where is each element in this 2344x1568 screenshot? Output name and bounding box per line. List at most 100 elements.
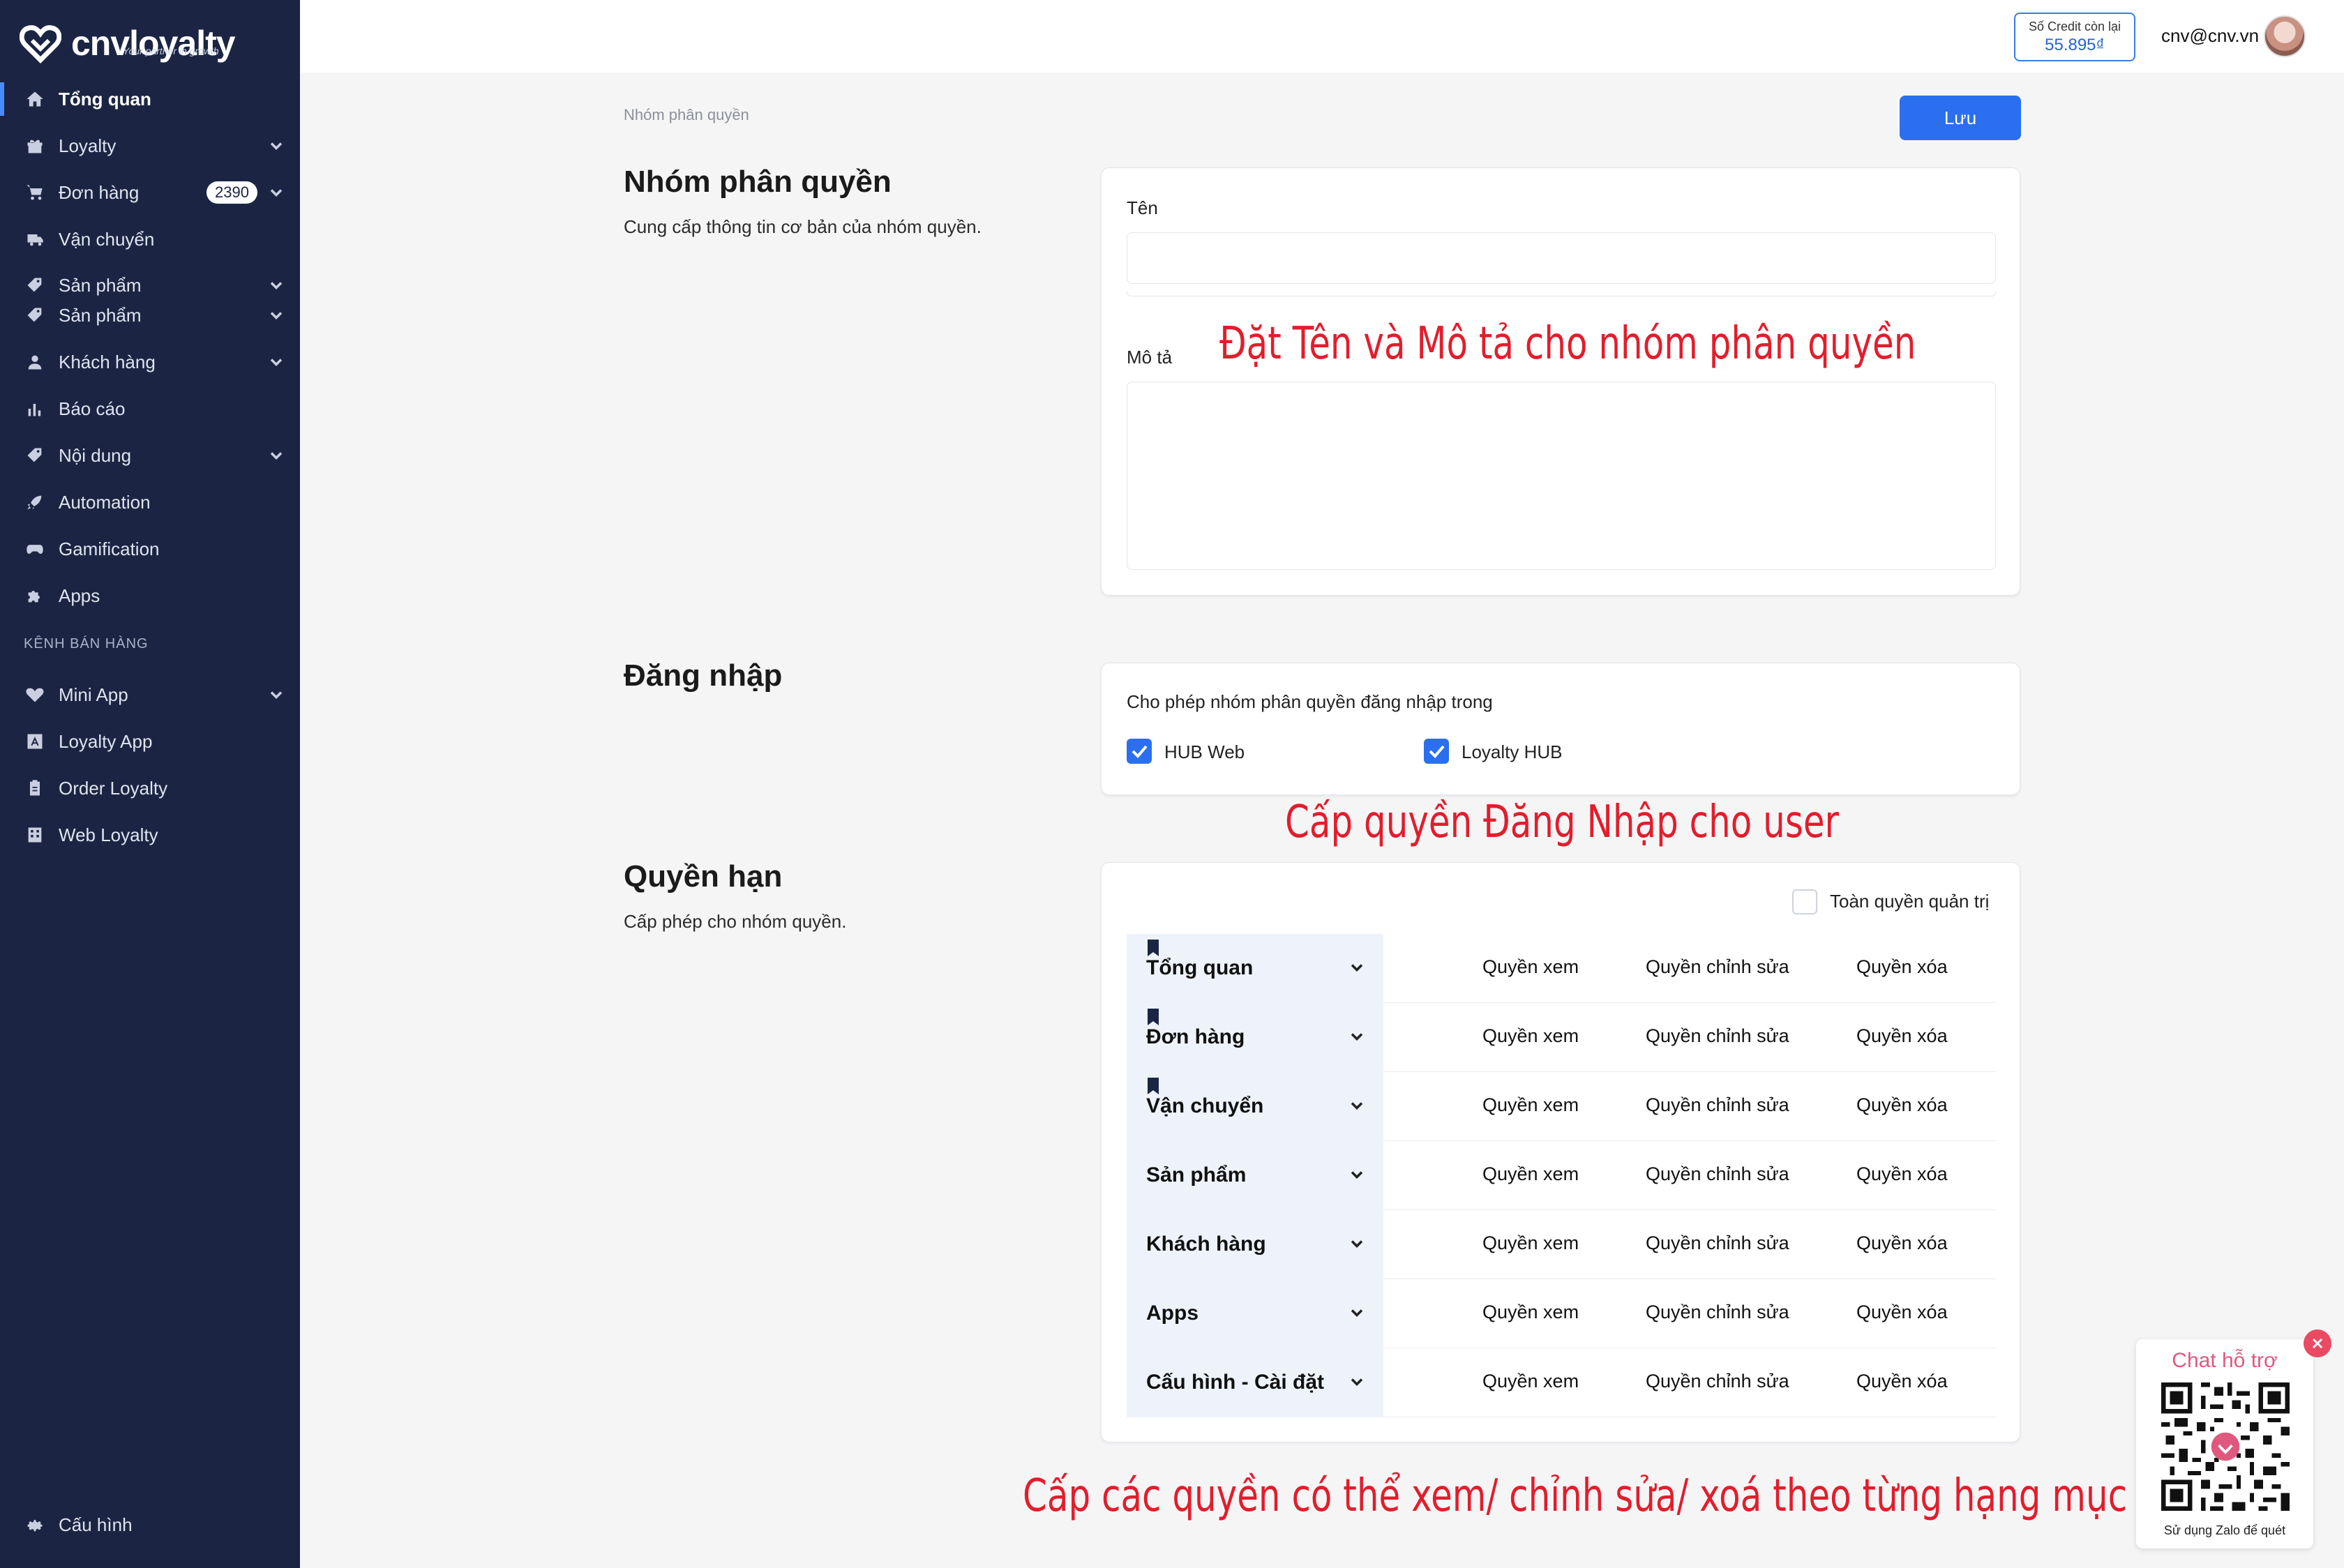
gear-icon xyxy=(24,1514,46,1536)
sidebar-item-van-chuyen[interactable]: Vận chuyển xyxy=(0,220,300,259)
heart-icon xyxy=(24,684,46,706)
sidebar-item-label: Gamification xyxy=(59,538,160,559)
credit-label: Số Credit còn lại xyxy=(2028,20,2121,33)
tag-icon xyxy=(24,274,46,296)
login-card: Cho phép nhóm phân quyền đăng nhập trong… xyxy=(1101,663,2020,795)
chevron-down-icon[interactable] xyxy=(1347,1027,1367,1046)
hub-web-checkbox[interactable] xyxy=(1127,739,1152,764)
name-field[interactable] xyxy=(1127,232,1996,284)
permission-category-name: Cấu hình - Cài đặt xyxy=(1146,1371,1324,1394)
sidebar-item-apps[interactable]: Apps xyxy=(0,576,300,615)
edit-permission[interactable]: Quyền chỉnh sửa xyxy=(1646,1163,1789,1185)
permission-category[interactable]: Sản phẩm xyxy=(1127,1141,1383,1210)
permission-row-van-chuyen: Vận chuyển Quyền xem Quyền chỉnh sửa Quyền … xyxy=(1127,1072,1996,1141)
gamepad-icon xyxy=(24,538,46,560)
brand-logo[interactable]: cnvloyalty xyxy=(20,15,236,71)
sidebar-item-san-pham-2[interactable]: Sản phẩm xyxy=(0,296,300,335)
full-admin-checkbox[interactable] xyxy=(1792,889,1817,914)
permission-category[interactable]: Đơn hàng xyxy=(1127,1003,1383,1072)
delete-permission[interactable]: Quyền xóa xyxy=(1856,1371,1948,1392)
sidebar-item-order-loyalty[interactable]: Order Loyalty xyxy=(0,769,300,808)
tag-icon xyxy=(24,304,46,326)
chevron-down-icon[interactable] xyxy=(266,446,286,465)
sidebar-item-settings[interactable]: Cấu hình xyxy=(0,1505,300,1544)
loyalty-hub-label: Loyalty HUB xyxy=(1462,741,1563,762)
delete-permission[interactable]: Quyền xóa xyxy=(1856,1232,1948,1254)
sidebar-item-web-loyalty[interactable]: Web Loyalty xyxy=(0,815,300,854)
delete-permission[interactable]: Quyền xóa xyxy=(1856,1025,1948,1047)
delete-permission[interactable]: Quyền xóa xyxy=(1856,1163,1948,1185)
user-email[interactable]: cnv@cnv.vn xyxy=(2161,25,2259,47)
view-permission[interactable]: Quyền xem xyxy=(1482,1163,1579,1185)
delete-permission[interactable]: Quyền xóa xyxy=(1856,1094,1948,1116)
order-count-badge: 2390 xyxy=(206,181,257,204)
delete-permission[interactable]: Quyền xóa xyxy=(1856,956,1948,978)
avatar[interactable] xyxy=(2264,15,2306,57)
edit-permission[interactable]: Quyền chỉnh sửa xyxy=(1646,1302,1789,1323)
chevron-down-icon[interactable] xyxy=(1347,1234,1367,1253)
permission-category[interactable]: Apps xyxy=(1127,1279,1383,1348)
loyalty-hub-checkbox[interactable] xyxy=(1424,739,1449,764)
chat-support-widget[interactable]: Chat hỗ trợ Sử dụng Zalo để quét xyxy=(2136,1339,2313,1548)
chevron-down-icon[interactable] xyxy=(266,183,286,202)
permission-category[interactable]: Cấu hình - Cài đặt xyxy=(1127,1348,1383,1417)
permissions-card: Toàn quyền quản trị Tổng quan Quyền xem Qu… xyxy=(1101,862,2020,1442)
chevron-down-icon[interactable] xyxy=(1347,1372,1367,1392)
sidebar-item-tong-quan[interactable]: Tổng quan xyxy=(0,80,300,119)
delete-permission[interactable]: Quyền xóa xyxy=(1856,1302,1948,1323)
sidebar-item-mini-app[interactable]: Mini App xyxy=(0,675,300,714)
permission-category-name: Apps xyxy=(1146,1302,1199,1325)
credit-value: 55.895₫ xyxy=(2045,36,2105,54)
chevron-down-icon[interactable] xyxy=(1347,1303,1367,1322)
sidebar-item-label: Mini App xyxy=(59,684,128,705)
chevron-down-icon[interactable] xyxy=(266,352,286,372)
permission-category[interactable]: Vận chuyển xyxy=(1127,1072,1383,1141)
edit-permission[interactable]: Quyền chỉnh sửa xyxy=(1646,1094,1789,1116)
view-permission[interactable]: Quyền xem xyxy=(1482,1302,1579,1323)
permission-category[interactable]: Khách hàng xyxy=(1127,1210,1383,1279)
chevron-down-icon[interactable] xyxy=(266,136,286,156)
permissions-section-title: Quyền hạn xyxy=(624,859,783,894)
edit-permission[interactable]: Quyền chỉnh sửa xyxy=(1646,1371,1789,1392)
sidebar-item-noi-dung[interactable]: Nội dung xyxy=(0,436,300,475)
edit-permission[interactable]: Quyền chỉnh sửa xyxy=(1646,956,1789,978)
breadcrumb[interactable]: Nhóm phân quyền xyxy=(624,106,749,124)
sidebar-item-bao-cao[interactable]: Báo cáo xyxy=(0,389,300,428)
chevron-down-icon[interactable] xyxy=(266,306,286,325)
view-permission[interactable]: Quyền xem xyxy=(1482,1094,1579,1116)
chevron-down-icon[interactable] xyxy=(1347,1165,1367,1184)
hub-web-label: HUB Web xyxy=(1164,741,1245,762)
close-chat-button[interactable] xyxy=(2304,1329,2331,1357)
edit-permission[interactable]: Quyền chỉnh sửa xyxy=(1646,1232,1789,1254)
view-permission[interactable]: Quyền xem xyxy=(1482,1232,1579,1254)
sidebar-item-label: Vận chuyển xyxy=(59,228,155,250)
chevron-down-icon[interactable] xyxy=(266,685,286,704)
sidebar-item-label: Khách hàng xyxy=(59,351,156,372)
chevron-down-icon[interactable] xyxy=(1347,958,1367,977)
chevron-down-icon[interactable] xyxy=(1347,1096,1367,1115)
sidebar-item-loyalty-app[interactable]: Loyalty App xyxy=(0,722,300,761)
chat-title: Chat hỗ trợ xyxy=(2172,1349,2278,1372)
building-icon xyxy=(24,824,46,846)
sidebar-item-don-hang[interactable]: Đơn hàng 2390 xyxy=(0,173,300,212)
view-permission[interactable]: Quyền xem xyxy=(1482,1025,1579,1047)
sidebar-item-automation[interactable]: Automation xyxy=(0,483,300,522)
edit-permission[interactable]: Quyền chỉnh sửa xyxy=(1646,1025,1789,1047)
description-textarea[interactable] xyxy=(1127,382,1996,570)
sidebar-item-khach-hang[interactable]: Khách hàng xyxy=(0,342,300,382)
sidebar-item-label: Sản phẩm xyxy=(59,274,142,296)
cart-icon xyxy=(24,181,46,204)
view-permission[interactable]: Quyền xem xyxy=(1482,956,1579,978)
sidebar-item-label: Web Loyalty xyxy=(59,824,158,845)
save-button[interactable]: Lưu xyxy=(1900,96,2021,140)
chevron-down-icon[interactable] xyxy=(266,276,286,295)
view-permission[interactable]: Quyền xem xyxy=(1482,1371,1579,1392)
login-section-title: Đăng nhập xyxy=(624,658,783,693)
permission-row-khach-hang: Khách hàng Quyền xem Quyền chỉnh sửa Quyền … xyxy=(1127,1210,1996,1279)
sidebar-item-gamification[interactable]: Gamification xyxy=(0,529,300,568)
credit-balance[interactable]: Số Credit còn lại 55.895₫ xyxy=(2014,13,2135,61)
clipboard-icon xyxy=(24,777,46,799)
sidebar-item-loyalty[interactable]: Loyalty xyxy=(0,126,300,165)
permission-category[interactable]: Tổng quan xyxy=(1127,934,1383,1003)
full-admin-label: Toàn quyền quản trị xyxy=(1830,891,1990,912)
